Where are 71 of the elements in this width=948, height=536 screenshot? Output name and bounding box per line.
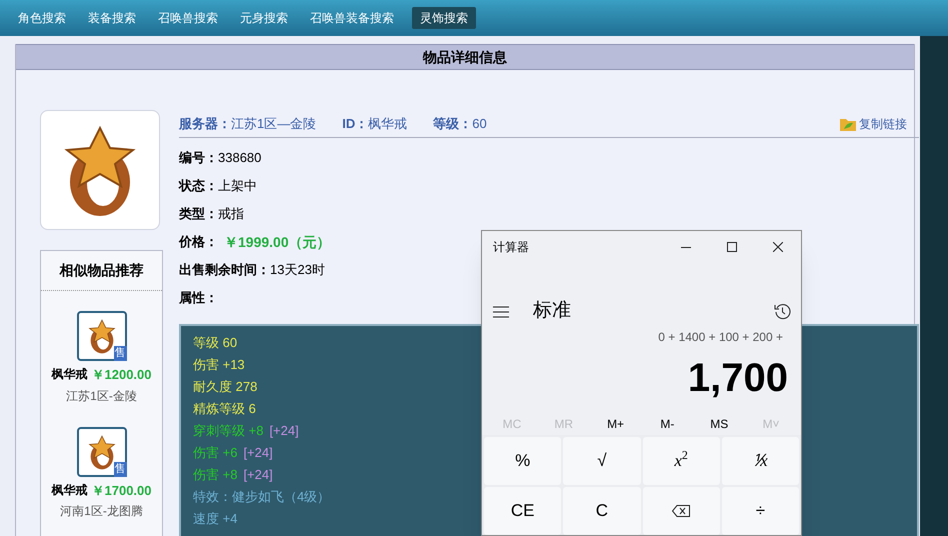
calculator-key[interactable]: ÷: [722, 487, 799, 535]
folder-icon: [840, 116, 856, 130]
attribute-text: 等级 60: [193, 334, 238, 352]
summary-label: 等级：: [433, 114, 472, 133]
field-label: 状态：: [179, 177, 218, 196]
calculator-key[interactable]: CE: [484, 487, 562, 535]
attribute-text: 特效：健步如飞（4级）: [193, 488, 330, 506]
calculator-key[interactable]: %: [484, 437, 562, 485]
field-value: 戒指: [218, 205, 244, 224]
nav-tab[interactable]: 角色搜索: [14, 7, 70, 29]
item-name: 枫华戒: [52, 482, 88, 498]
summary-label: ID：: [342, 114, 368, 133]
memory-button[interactable]: M-: [641, 412, 694, 435]
summary-label: 服务器：: [179, 114, 231, 133]
summary-value: 60: [472, 114, 487, 133]
recommend-title: 相似物品推荐: [41, 251, 162, 291]
field-value: 13天23时: [270, 261, 325, 280]
memory-button[interactable]: M+: [590, 412, 642, 435]
calculator-key[interactable]: √: [563, 437, 640, 485]
sale-badge: 售: [114, 462, 126, 476]
sale-badge: 售: [114, 346, 126, 361]
memory-button[interactable]: MS: [693, 412, 746, 435]
item-thumbnail[interactable]: 售: [76, 311, 126, 361]
attribute-text: 伤害 +8: [193, 466, 238, 484]
attribute-text: 耐久度 278: [193, 378, 258, 396]
attribute-text: 伤害 +6: [193, 444, 238, 462]
nav-tab[interactable]: 元身搜索: [236, 7, 292, 29]
calculator-key[interactable]: C: [563, 487, 640, 535]
attribute-text: 精炼等级 6: [193, 400, 256, 418]
attribute-bonus: [+24]: [269, 422, 299, 440]
calculator-mode: 标准: [533, 299, 571, 324]
minimize-icon: [681, 246, 691, 248]
summary-value: 枫华戒: [368, 114, 408, 133]
menu-button[interactable]: [493, 304, 511, 319]
field-value: 338680: [218, 149, 262, 168]
calculator-key[interactable]: ⅟x: [722, 437, 799, 485]
item-name: 枫华戒: [52, 366, 88, 383]
attribute-text: 速度 +4: [193, 510, 238, 528]
menu-icon: [493, 306, 509, 318]
field-label: 出售剩余时间：: [179, 261, 270, 280]
nav-tab[interactable]: 召唤兽装备搜索: [306, 7, 398, 29]
backspace-icon: [672, 505, 690, 517]
history-icon: [774, 303, 790, 320]
history-button[interactable]: [773, 302, 791, 321]
field-label: 类型：: [179, 205, 218, 224]
field-value: ￥1999.00（元）: [224, 232, 331, 252]
item-thumbnail[interactable]: 售: [76, 426, 126, 476]
window-title: 计算器: [493, 239, 529, 256]
panel-title: 物品详细信息: [16, 44, 914, 70]
nav-tab[interactable]: 装备搜索: [84, 7, 140, 29]
nav-tab[interactable]: 灵饰搜索: [412, 7, 476, 29]
item-price: ￥1700.00: [92, 482, 152, 500]
summary-value: 江苏1区—金陵: [231, 114, 316, 133]
item-server: 河南1区-龙图腾: [60, 503, 143, 520]
close-icon: [773, 242, 783, 252]
field-label: 价格：: [179, 233, 218, 252]
field-label: 属性：: [179, 289, 218, 308]
attribute-text: 伤害 +13: [193, 356, 245, 374]
item-price: ￥1200.00: [92, 366, 152, 384]
field-value: 上架中: [218, 177, 257, 196]
attribute-bonus: [+24]: [243, 444, 273, 462]
item-server: 江苏1区-金陵: [66, 388, 137, 404]
attribute-bonus: [+24]: [243, 466, 273, 484]
maximize-icon: [727, 242, 737, 252]
attribute-text: 穿刺等级 +8: [193, 422, 264, 440]
calculator-key[interactable]: x$^{2}$: [642, 437, 720, 485]
result-display: 1,700: [688, 355, 788, 402]
nav-tab[interactable]: 召唤兽搜索: [154, 7, 222, 29]
field-label: 编号：: [179, 149, 218, 168]
expression: 0 + 1400 + 100 + 200 +: [658, 329, 783, 346]
copy-link[interactable]: 复制链接: [840, 114, 919, 132]
